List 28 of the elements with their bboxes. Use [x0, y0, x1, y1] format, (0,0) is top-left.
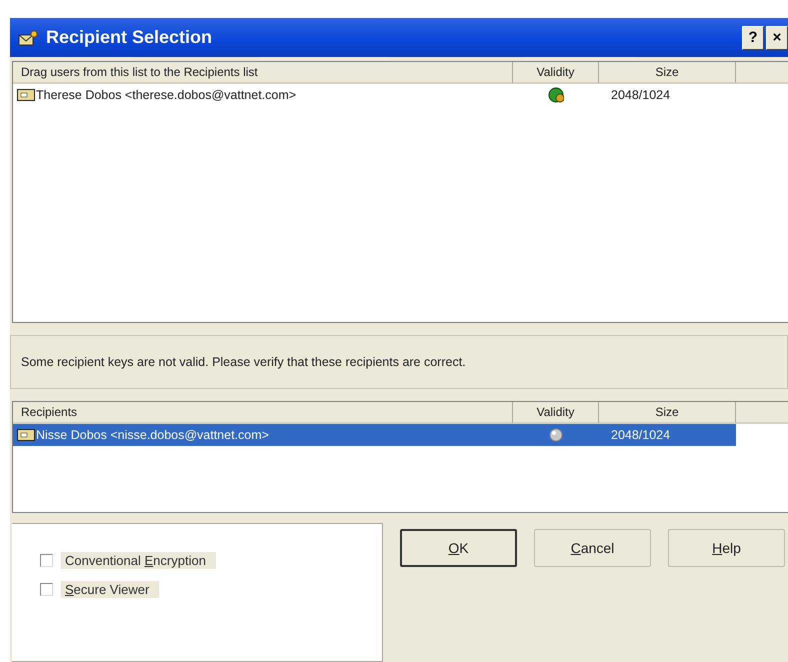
envelope-key-icon	[18, 30, 38, 46]
column-header[interactable]: Validity	[513, 62, 599, 84]
checkbox[interactable]	[40, 583, 53, 596]
help-button[interactable]: ?	[742, 26, 764, 50]
key-size: 2048/1024	[610, 427, 672, 444]
unknown-validity-icon	[548, 427, 564, 443]
recipient-name: Therese Dobos <therese.dobos@vattnet.com>	[36, 88, 296, 102]
warning-message: Some recipient keys are not valid. Please verify that these recipients are correct.	[21, 355, 466, 369]
close-button[interactable]: ×	[766, 26, 788, 50]
checkbox-label: Secure Viewer	[61, 581, 160, 598]
checkbox-label: Conventional Encryption	[61, 552, 216, 569]
recipient-name: Nisse Dobos <nisse.dobos@vattnet.com>	[36, 428, 269, 442]
column-header[interactable]: Size	[599, 402, 736, 424]
key-size: 2048/1024	[610, 87, 672, 104]
list-row[interactable]: Nisse Dobos <nisse.dobos@vattnet.com> 2048/1024	[13, 424, 736, 446]
envelope-icon	[17, 89, 35, 101]
list-row[interactable]: Therese Dobos <therese.dobos@vattnet.com> 2048/1024	[13, 84, 736, 106]
dialog-button[interactable]: Help	[668, 529, 785, 567]
window-title: Recipient Selection	[46, 27, 214, 48]
column-header[interactable]: Recipients	[13, 402, 513, 424]
envelope-icon	[17, 429, 35, 441]
checkbox[interactable]	[40, 554, 53, 567]
column-header[interactable]: Validity	[513, 402, 599, 424]
column-header[interactable]: Size	[599, 62, 736, 84]
dialog-button[interactable]: OK	[400, 529, 517, 567]
valid-key-icon	[548, 87, 564, 103]
dialog-button[interactable]: Cancel	[534, 529, 651, 567]
column-header[interactable]: Drag users from this list to the Recipients list	[13, 62, 513, 84]
